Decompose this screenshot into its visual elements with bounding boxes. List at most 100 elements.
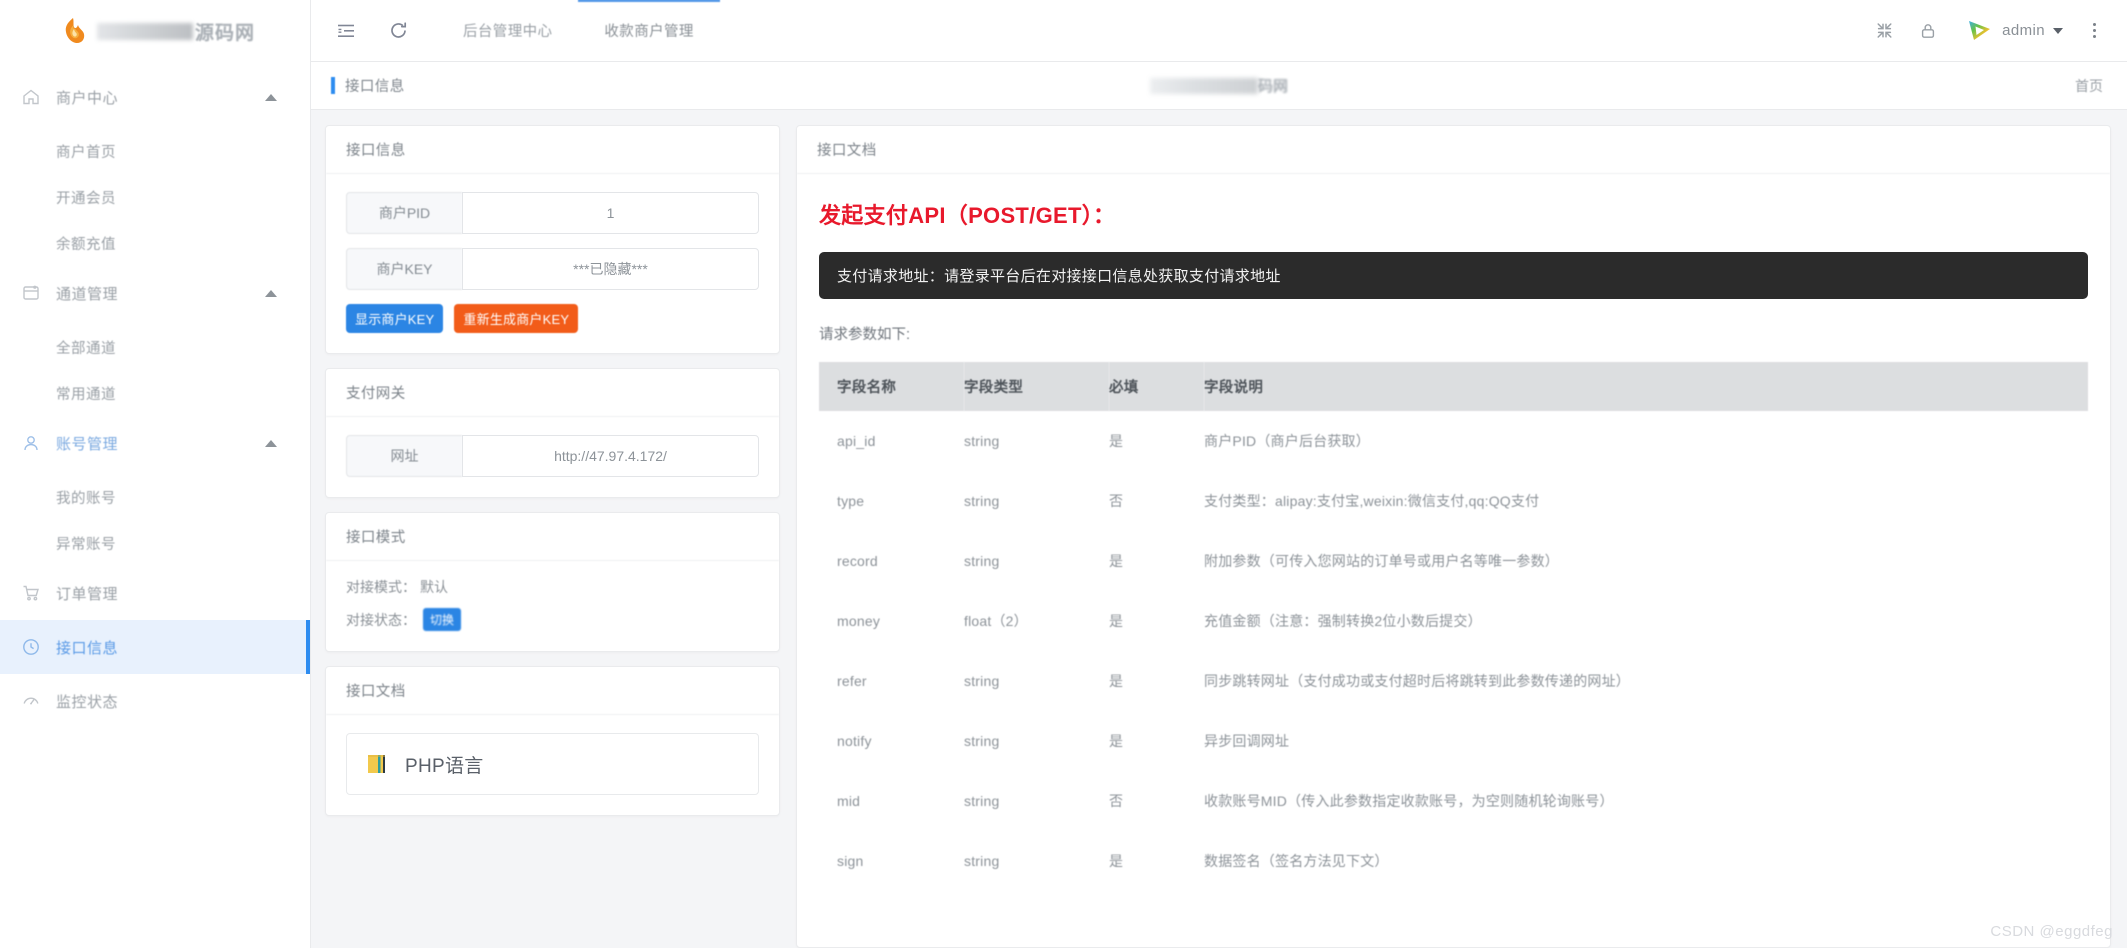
cell-required: 是 <box>1109 433 1124 449</box>
header-tabs: 后台管理中心 收款商户管理 <box>437 0 721 62</box>
merchant-key-input[interactable]: ***已隐藏*** <box>462 248 759 290</box>
top-header: 后台管理中心 收款商户管理 admin <box>311 0 2127 62</box>
docking-mode-row: 对接模式： 默认 <box>346 577 759 597</box>
refresh-icon[interactable] <box>383 16 413 46</box>
sidebar-item-monitor-status[interactable]: 监控状态 <box>0 674 310 728</box>
sidebar-submenu-merchant-center: 商户首页 开通会员 余额充值 <box>0 128 310 266</box>
main-region: 后台管理中心 收款商户管理 admin 接口信息 码网 首页 接口信息 商户PI… <box>311 0 2127 948</box>
cell-description: 收款账号MID（传入此参数指定收款账号，为空则随机轮询账号） <box>1204 793 1614 809</box>
chevron-up-icon[interactable] <box>265 440 277 447</box>
chevron-up-icon[interactable] <box>265 290 277 297</box>
cell-required: 是 <box>1109 613 1124 629</box>
sidebar-group-account-management[interactable]: 账号管理 <box>0 416 310 470</box>
cell-field-name: record <box>837 553 878 569</box>
more-vertical-icon[interactable] <box>2077 14 2111 48</box>
page-title-label: 接口信息 <box>345 79 405 95</box>
user-name-label: admin <box>2002 22 2045 39</box>
sidebar-item-label: 订单管理 <box>56 585 119 603</box>
cell-field-name: refer <box>837 673 867 689</box>
avatar[interactable] <box>1966 17 1993 44</box>
monitor-icon <box>20 690 42 712</box>
breadcrumb-home-link[interactable]: 首页 <box>2075 76 2103 96</box>
lock-icon[interactable] <box>1906 9 1950 53</box>
sidebar-group-label: 商户中心 <box>56 89 119 107</box>
merchant-pid-input[interactable]: 1 <box>462 192 759 234</box>
cell-field-type: string <box>964 673 1000 689</box>
brand-suffix: 源码网 <box>195 22 256 44</box>
table-body: api_id string 是 商户PID（商户后台获取） type strin… <box>819 411 2088 891</box>
center-watermark-title: 码网 <box>311 62 2127 109</box>
card-interface-mode: 接口模式 对接模式： 默认 对接状态： 切换 <box>325 512 780 652</box>
cell-field-type: string <box>964 793 1000 809</box>
sidebar-item-interface-info[interactable]: 接口信息 <box>0 620 310 674</box>
request-params-table: 字段名称 字段类型 必填 字段说明 api_id string 是 商户PID（… <box>819 362 2088 891</box>
app-root: 源码网 商户中心 商户首页 开通会员 余额充值 通道管理 全部通道 常用通道 账… <box>0 0 2127 948</box>
sidebar-submenu-channel-management: 全部通道 常用通道 <box>0 324 310 416</box>
field-gateway-url: 网址 http://47.97.4.172/ <box>346 435 759 477</box>
key-actions: 显示商户KEY 重新生成商户KEY <box>346 304 759 333</box>
brand-logo[interactable]: 源码网 <box>0 0 310 62</box>
cell-field-type: string <box>964 853 1000 869</box>
right-column: 接口文档 发起支付API（POST/GET）： 支付请求地址：请登录平台后在对接… <box>796 125 2111 948</box>
sidebar-item-order-management[interactable]: 订单管理 <box>0 566 310 620</box>
php-book-icon <box>365 751 391 777</box>
card-title: 接口文档 <box>797 126 2110 174</box>
field-label: 网址 <box>346 435 462 477</box>
sidebar-item-common-channels[interactable]: 常用通道 <box>0 370 310 416</box>
sidebar-item-all-channels[interactable]: 全部通道 <box>0 324 310 370</box>
cell-required: 是 <box>1109 733 1124 749</box>
doc-item-php[interactable]: PHP语言 <box>346 733 759 795</box>
sidebar-group-merchant-center[interactable]: 商户中心 <box>0 70 310 124</box>
switch-mode-button[interactable]: 切换 <box>423 608 462 631</box>
flame-logo-icon <box>58 16 88 46</box>
sidebar-nav: 商户中心 商户首页 开通会员 余额充值 通道管理 全部通道 常用通道 账号管理 … <box>0 62 310 728</box>
table-row: sign string 是 数据签名（签名方法见下文） <box>819 831 2088 891</box>
table-row: mid string 否 收款账号MID（传入此参数指定收款账号，为空则随机轮询… <box>819 771 2088 831</box>
sidebar: 源码网 商户中心 商户首页 开通会员 余额充值 通道管理 全部通道 常用通道 账… <box>0 0 311 948</box>
cell-required: 是 <box>1109 853 1124 869</box>
left-column: 接口信息 商户PID 1 商户KEY ***已隐藏*** 显示商户KEY 重新生 <box>325 125 780 948</box>
tab-merchant-management[interactable]: 收款商户管理 <box>578 0 721 62</box>
list-collapse-icon[interactable] <box>331 16 361 46</box>
content-area: 接口信息 商户PID 1 商户KEY ***已隐藏*** 显示商户KEY 重新生 <box>311 111 2127 948</box>
table-row: refer string 是 同步跳转网址（支付成功或支付超时后将跳转到此参数传… <box>819 651 2088 711</box>
show-merchant-key-button[interactable]: 显示商户KEY <box>346 304 444 333</box>
sidebar-group-channel-management[interactable]: 通道管理 <box>0 266 310 320</box>
sidebar-item-my-account[interactable]: 我的账号 <box>0 474 310 520</box>
col-field-name: 字段名称 <box>819 362 964 411</box>
payment-request-url-code: 支付请求地址：请登录平台后在对接接口信息处获取支付请求地址 <box>819 252 2088 299</box>
sidebar-item-balance-recharge[interactable]: 余额充值 <box>0 220 310 266</box>
field-merchant-key: 商户KEY ***已隐藏*** <box>346 248 759 290</box>
field-merchant-pid: 商户PID 1 <box>346 192 759 234</box>
brand-name: 源码网 <box>97 18 255 45</box>
user-icon <box>20 432 42 454</box>
col-field-type: 字段类型 <box>964 362 1109 411</box>
field-label: 商户KEY <box>346 248 462 290</box>
tab-admin-center[interactable]: 后台管理中心 <box>437 0 578 62</box>
gateway-url-input[interactable]: http://47.97.4.172/ <box>462 435 759 477</box>
title-accent-bar <box>331 77 335 94</box>
field-label: 商户PID <box>346 192 462 234</box>
regenerate-merchant-key-button[interactable]: 重新生成商户KEY <box>454 304 579 333</box>
sidebar-item-open-member[interactable]: 开通会员 <box>0 174 310 220</box>
clock-icon <box>20 636 42 658</box>
cell-field-name: mid <box>837 793 861 809</box>
card-body: 发起支付API（POST/GET）： 支付请求地址：请登录平台后在对接接口信息处… <box>797 174 2110 891</box>
doc-item-label: PHP语言 <box>405 755 484 777</box>
card-body: 网址 http://47.97.4.172/ <box>326 417 779 497</box>
fullscreen-exit-icon[interactable] <box>1862 9 1906 53</box>
card-body: 对接模式： 默认 对接状态： 切换 <box>326 561 779 651</box>
sidebar-item-abnormal-account[interactable]: 异常账号 <box>0 520 310 566</box>
cell-description: 异步回调网址 <box>1204 733 1290 749</box>
cell-field-type: string <box>964 553 1000 569</box>
chevron-up-icon[interactable] <box>265 94 277 101</box>
sidebar-group-label: 通道管理 <box>56 285 119 303</box>
table-row: money float（2） 是 充值金额（注意：强制转换2位小数后提交） <box>819 591 2088 651</box>
sidebar-item-merchant-home[interactable]: 商户首页 <box>0 128 310 174</box>
api-heading: 发起支付API（POST/GET）： <box>819 203 1116 228</box>
center-title-suffix: 码网 <box>1257 78 1288 95</box>
user-menu[interactable]: admin <box>2002 22 2063 39</box>
page-title: 接口信息 <box>331 75 405 96</box>
docking-status-label: 对接状态： <box>346 611 416 628</box>
cell-field-name: money <box>837 613 881 629</box>
